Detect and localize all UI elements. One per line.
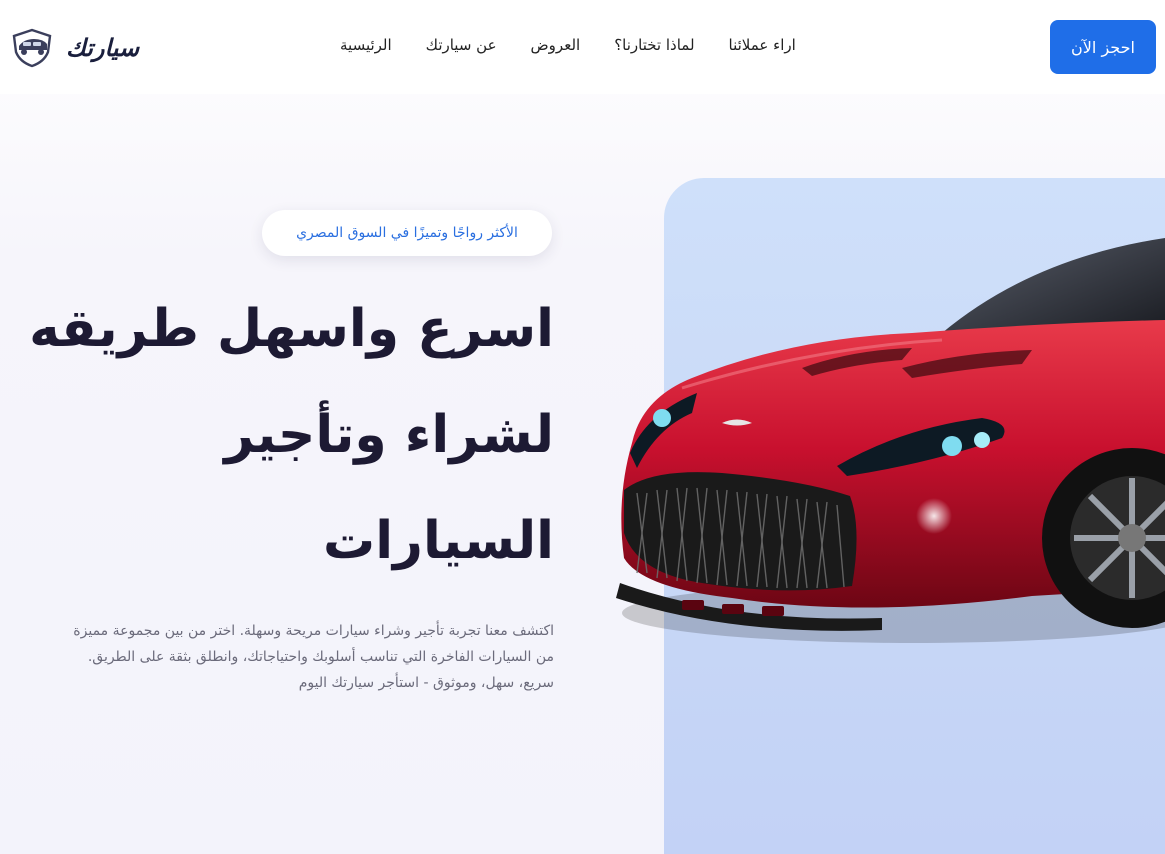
headline-line: السيارات [322,511,554,571]
brand[interactable]: سيارتك [10,27,139,69]
hero-badge: الأكثر رواجًا وتميزًا في السوق المصري [262,210,552,256]
site-header: سيارتك الرئيسية عن سيارتك العروض لماذا ت… [0,0,1165,94]
main-nav: الرئيسية عن سيارتك العروض لماذا تختارنا؟… [340,36,796,60]
hero-description: اكتشف معنا تجربة تأجير وشراء سيارات مريح… [20,618,554,696]
nav-why-us[interactable]: لماذا تختارنا؟ [614,36,694,60]
description-line: من السيارات الفاخرة التي تناسب أسلوبك وا… [87,649,554,665]
hero-headline: اسرع واسهل طريقه لشراء وتأجير السيارات [29,276,554,594]
headline-line: اسرع واسهل طريقه [29,299,554,359]
nav-home[interactable]: الرئيسية [340,36,392,60]
nav-offers[interactable]: العروض [531,36,581,60]
page: سيارتك الرئيسية عن سيارتك العروض لماذا ت… [0,0,1165,854]
nav-testimonials[interactable]: اراء عملائنا [729,36,796,60]
red-sports-car-image [616,238,1165,643]
description-line: سريع، سهل، وموثوق - استأجر سيارتك اليوم [298,675,554,691]
description-line: اكتشف معنا تجربة تأجير وشراء سيارات مريح… [73,623,554,639]
car-shield-icon [12,28,52,68]
brand-name: سيارتك [66,34,140,62]
book-now-button[interactable]: احجز الآن [1050,20,1156,74]
nav-about[interactable]: عن سيارتك [426,36,497,60]
headline-line: لشراء وتأجير [224,405,554,465]
